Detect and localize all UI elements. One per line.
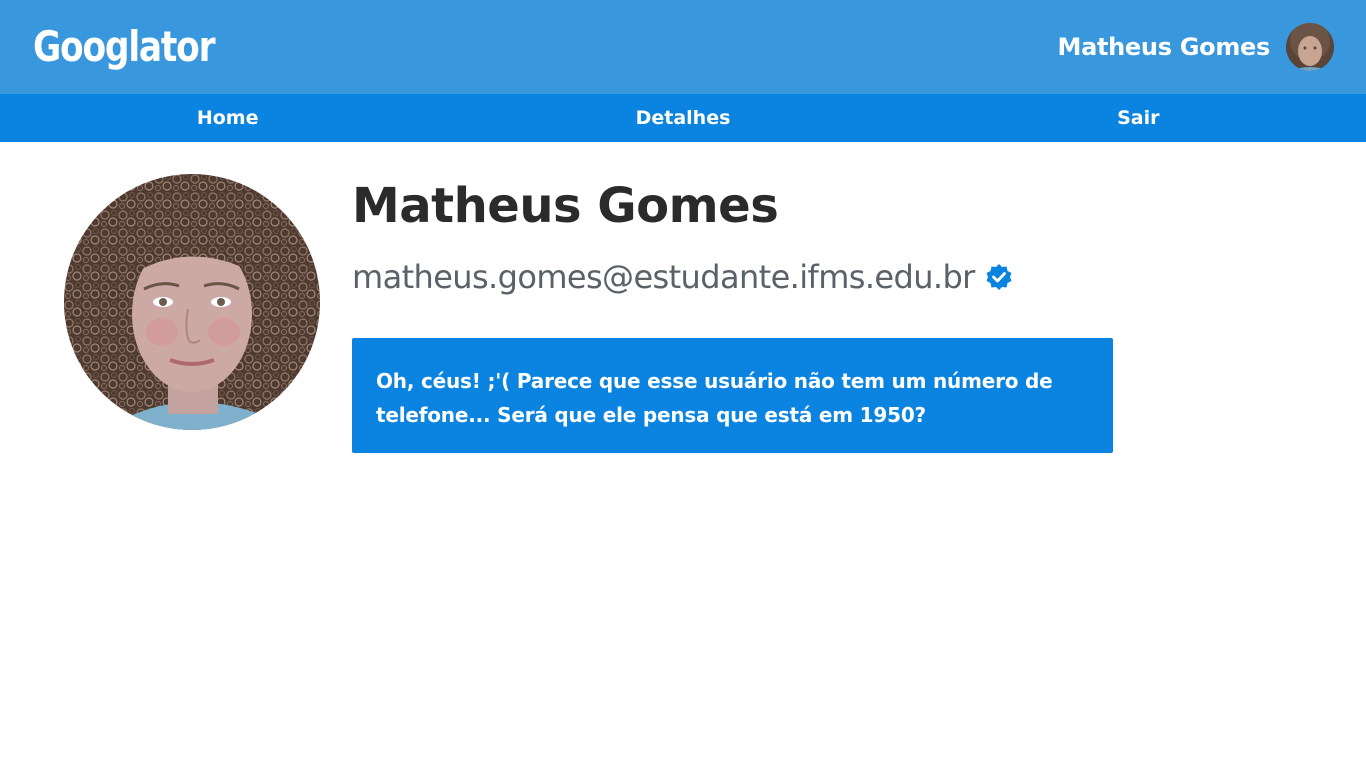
nav-item-sair[interactable]: Sair bbox=[911, 94, 1366, 142]
header-user-name[interactable]: Matheus Gomes bbox=[1058, 33, 1271, 61]
verified-badge-icon bbox=[985, 263, 1013, 291]
nav-item-detalhes[interactable]: Detalhes bbox=[455, 94, 910, 142]
alert-message: Oh, céus! ;'( Parece que esse usuário nã… bbox=[376, 369, 1053, 427]
app-logo[interactable]: Googlator bbox=[33, 22, 216, 71]
header-avatar[interactable] bbox=[1286, 23, 1334, 71]
nav-item-home[interactable]: Home bbox=[0, 94, 455, 142]
main-nav: Home Detalhes Sair bbox=[0, 94, 1366, 142]
profile-name: Matheus Gomes bbox=[352, 178, 779, 234]
top-header: Googlator Matheus Gomes bbox=[0, 0, 1366, 94]
user-menu[interactable]: Matheus Gomes bbox=[1058, 22, 1334, 72]
no-phone-alert: Oh, céus! ;'( Parece que esse usuário nã… bbox=[352, 338, 1113, 453]
profile-photo bbox=[64, 174, 320, 430]
email-row: matheus.gomes@estudante.ifms.edu.br bbox=[352, 258, 1013, 296]
profile-email: matheus.gomes@estudante.ifms.edu.br bbox=[352, 258, 975, 296]
